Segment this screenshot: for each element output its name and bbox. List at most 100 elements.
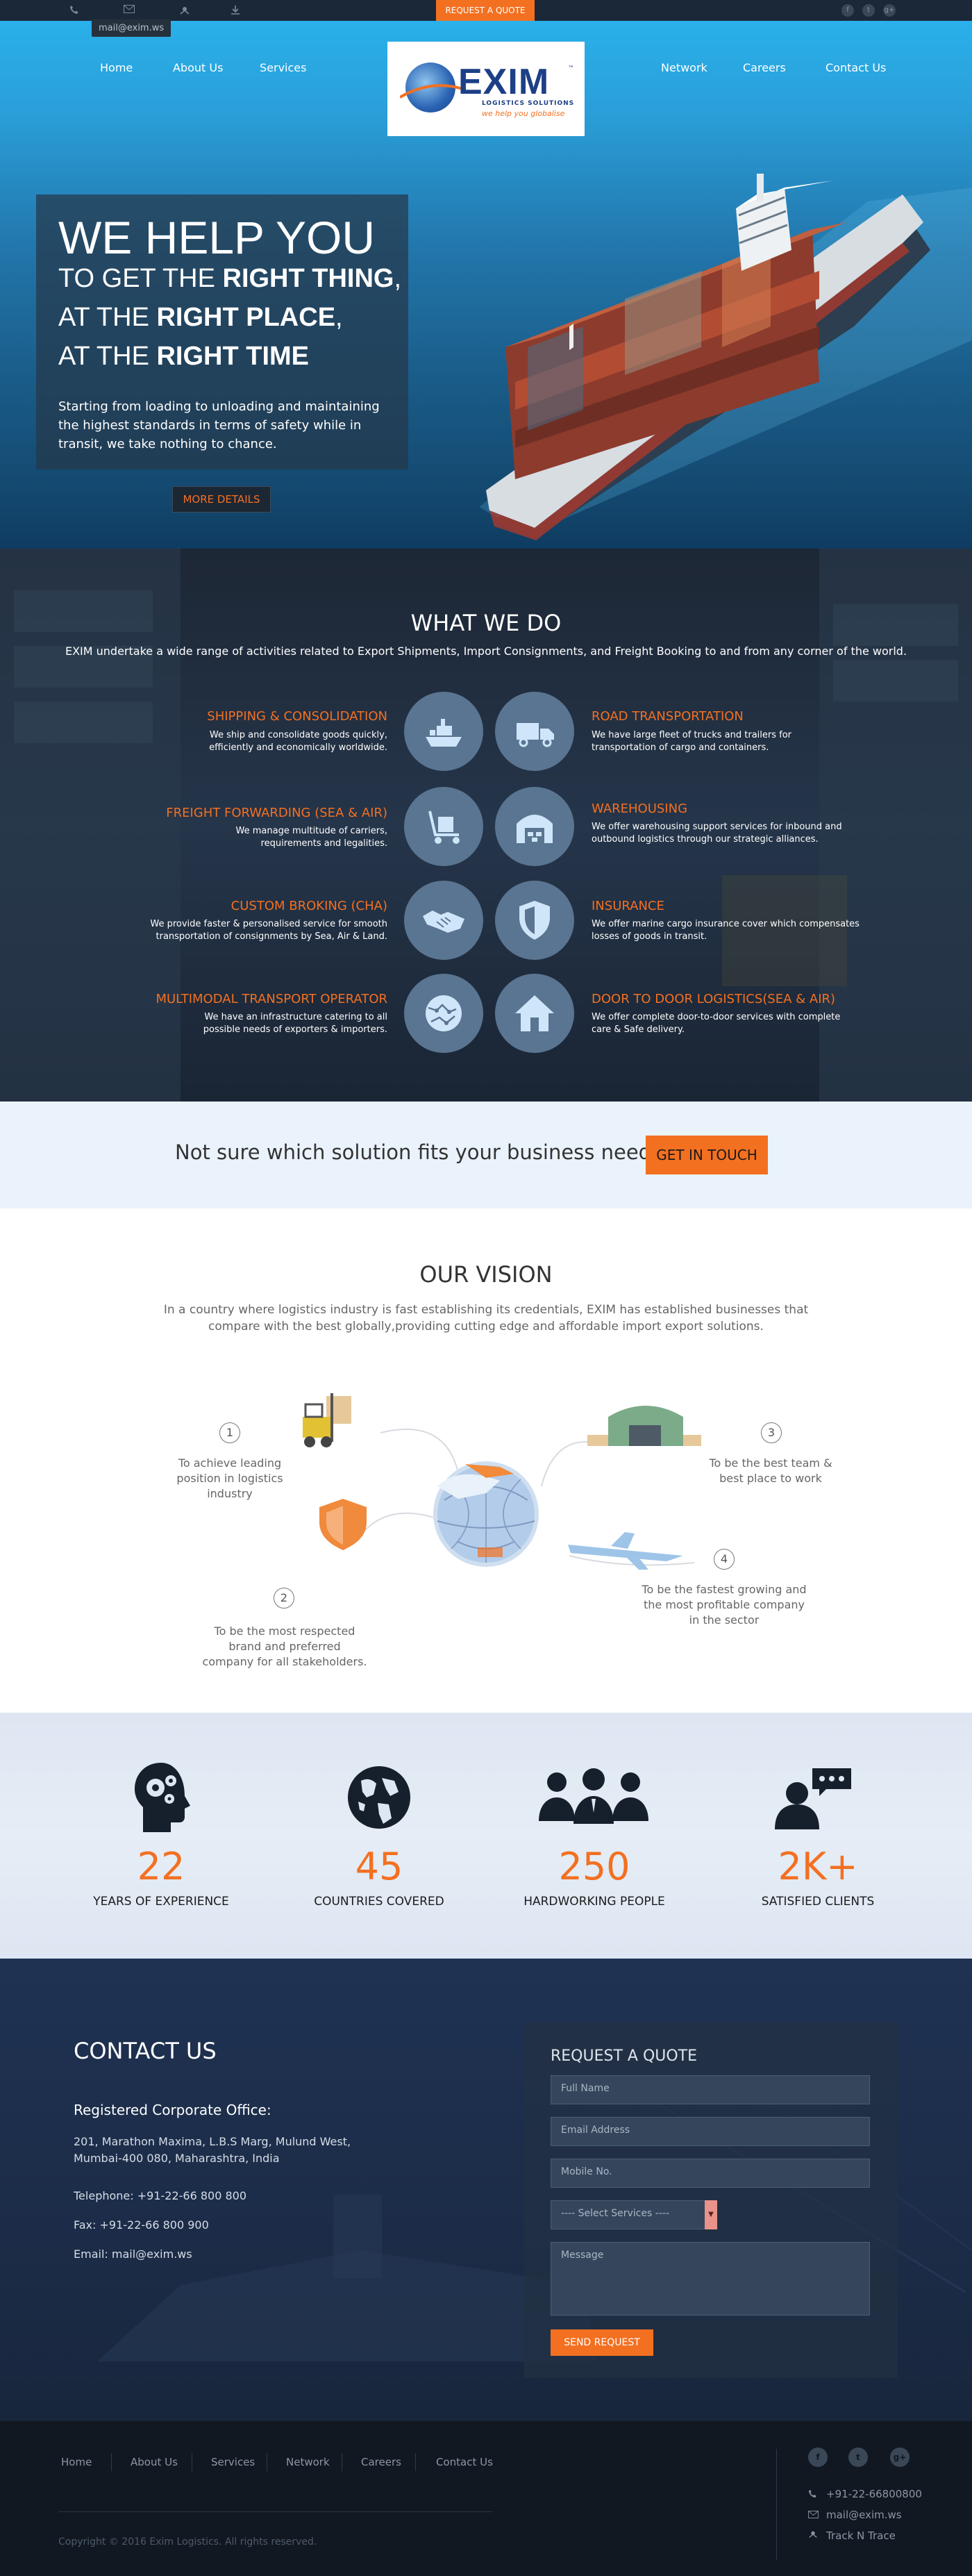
footer-phone[interactable]: +91-22-66800800 <box>826 2488 922 2500</box>
send-request-button[interactable]: SEND REQUEST <box>551 2329 653 2356</box>
nav-home[interactable]: Home <box>100 61 133 74</box>
top-social-links: f t g+ <box>841 4 896 17</box>
stat-clients-number: 2K+ <box>778 1845 858 1888</box>
service-desc-shipping: We ship and consolidate goods quickly, ef… <box>209 730 387 753</box>
footer-google-plus-icon[interactable]: g+ <box>890 2448 910 2467</box>
warehouse-building-icon <box>587 1406 701 1446</box>
footer-email[interactable]: mail@exim.ws <box>826 2509 902 2521</box>
hero-body-text: Starting from loading to unloading and m… <box>58 399 380 451</box>
logo-swoosh-icon <box>400 84 462 99</box>
nav-network[interactable]: Network <box>661 61 707 74</box>
what-we-do-title: WHAT WE DO <box>410 610 562 636</box>
stat-clients-label: SATISFIED CLIENTS <box>761 1895 875 1909</box>
full-name-input[interactable]: Full Name <box>551 2075 870 2104</box>
nav-about-us[interactable]: About Us <box>173 61 223 74</box>
footer-link-network[interactable]: Network <box>286 2456 330 2468</box>
nav-careers[interactable]: Careers <box>743 61 786 74</box>
service-title-multimodal[interactable]: MULTIMODAL TRANSPORT OPERATOR <box>131 992 387 1006</box>
stats-section: 22 YEARS OF EXPERIENCE 45 COUNTRIES COVE… <box>0 1713 972 1959</box>
service-desc-road: We have large fleet of trucks and traile… <box>592 730 792 753</box>
hero-line-3: AT THE RIGHT TIME <box>58 342 310 371</box>
world-icon <box>348 1766 410 1829</box>
service-title-door-to-door[interactable]: DOOR TO DOOR LOGISTICS(SEA & AIR) <box>592 992 869 1006</box>
footer-vertical-divider <box>776 2449 777 2560</box>
hero-headline: WE HELP YOU <box>58 212 376 263</box>
footer-twitter-icon[interactable]: t <box>848 2448 868 2467</box>
phone-icon[interactable] <box>69 5 79 17</box>
head-gears-icon <box>135 1763 190 1832</box>
vision-text-1: To achieve leading position in logistics i… <box>176 1456 283 1500</box>
service-desc-warehousing: We offer warehousing support services fo… <box>592 822 842 845</box>
contact-telephone[interactable]: Telephone: +91-22-66 800 800 <box>74 2189 246 2202</box>
hero-line-1: TO GET THE RIGHT THING, <box>58 264 402 293</box>
mobile-input[interactable]: Mobile No. <box>551 2159 870 2188</box>
footer: Home About Us Services Network Careers C… <box>0 2421 972 2576</box>
globe-icon[interactable] <box>404 974 483 1053</box>
twitter-icon[interactable]: t <box>862 4 875 17</box>
service-title-custom-broking[interactable]: CUSTOM BROKING (CHA) <box>131 899 387 913</box>
logo-subtitle: LOGISTICS SOLUTIONS <box>482 100 575 107</box>
download-icon[interactable] <box>231 5 240 17</box>
service-desc-freight: We manage multitude of carriers, requirem… <box>235 826 387 849</box>
email-input[interactable]: Email Address <box>551 2117 870 2146</box>
stat-countries-number: 45 <box>355 1845 403 1888</box>
nav-contact-us[interactable]: Contact Us <box>826 61 886 74</box>
vision-text-4: To be the fastest growing and the most pr… <box>642 1583 807 1627</box>
contact-section: CONTACT US Registered Corporate Office: … <box>0 1959 972 2421</box>
truck-icon[interactable] <box>495 692 574 771</box>
google-plus-icon[interactable]: g+ <box>883 4 896 17</box>
cta-band: Not sure which solution fits your busine… <box>0 1102 972 1208</box>
contact-title: CONTACT US <box>74 2038 217 2064</box>
more-details-button[interactable]: MORE DETAILS <box>172 486 271 513</box>
hero-section: Home About Us Services Network Careers C… <box>0 21 972 549</box>
mail-icon[interactable] <box>124 5 135 16</box>
vision-number-2: 2 <box>274 1588 294 1609</box>
footer-link-careers[interactable]: Careers <box>361 2456 401 2468</box>
what-we-do-subtitle: EXIM undertake a wide range of activitie… <box>65 645 907 658</box>
cta-text: Not sure which solution fits your busine… <box>175 1140 673 1164</box>
people-icon <box>539 1768 648 1824</box>
ship-icon[interactable] <box>404 692 483 771</box>
logo[interactable]: EXIM LOGISTICS SOLUTIONS we help you glo… <box>387 42 585 136</box>
service-title-freight[interactable]: FREIGHT FORWARDING (SEA & AIR) <box>131 806 387 820</box>
stat-people-label: HARDWORKING PEOPLE <box>523 1895 665 1909</box>
facebook-icon[interactable]: f <box>841 4 854 17</box>
service-title-road[interactable]: ROAD TRANSPORTATION <box>592 709 848 724</box>
hero-message-panel: WE HELP YOU TO GET THE RIGHT THING, AT T… <box>36 194 408 470</box>
mail-tooltip: mail@exim.ws <box>92 19 171 37</box>
get-in-touch-button[interactable]: GET IN TOUCH <box>646 1136 768 1174</box>
footer-link-about[interactable]: About Us <box>131 2456 178 2468</box>
contact-email[interactable]: Email: mail@exim.ws <box>74 2247 192 2261</box>
service-title-insurance[interactable]: INSURANCE <box>592 899 848 913</box>
vision-text-3: To be the best team & best place to work <box>709 1456 832 1485</box>
service-title-shipping[interactable]: SHIPPING & CONSOLIDATION <box>131 709 387 724</box>
vision-number-4: 4 <box>714 1549 735 1570</box>
house-icon[interactable] <box>495 974 574 1053</box>
office-address: 201, Marathon Maxima, L.B.S Marg, Mulund… <box>74 2135 351 2165</box>
footer-link-services[interactable]: Services <box>211 2456 255 2468</box>
message-textarea[interactable]: Message <box>551 2242 870 2316</box>
hero-line-2: AT THE RIGHT PLACE, <box>58 303 343 332</box>
globe-center-icon <box>433 1461 539 1567</box>
track-icon[interactable] <box>179 5 190 19</box>
services-select[interactable]: ---- Select Services ---- <box>551 2200 717 2229</box>
service-title-warehousing[interactable]: WAREHOUSING <box>592 801 848 816</box>
chevron-down-icon[interactable]: ▼ <box>705 2200 717 2229</box>
shield-icon[interactable] <box>495 881 574 960</box>
footer-separator <box>415 2453 416 2471</box>
trolley-icon[interactable] <box>404 787 483 866</box>
nav-services[interactable]: Services <box>260 61 306 74</box>
footer-divider <box>58 2511 492 2512</box>
stat-years-label: YEARS OF EXPERIENCE <box>93 1895 229 1909</box>
footer-facebook-icon[interactable]: f <box>808 2448 828 2467</box>
footer-link-contact[interactable]: Contact Us <box>436 2456 493 2468</box>
request-quote-tab[interactable]: REQUEST A QUOTE <box>436 0 535 21</box>
footer-track-n-trace[interactable]: Track N Trace <box>826 2529 896 2542</box>
copyright: Copyright © 2016 Exim Logistics. All rig… <box>58 2536 317 2548</box>
warehouse-icon[interactable] <box>495 787 574 866</box>
handshake-icon[interactable] <box>404 881 483 960</box>
footer-link-home[interactable]: Home <box>61 2456 92 2468</box>
logo-wordmark: EXIM <box>458 62 550 102</box>
top-bar: mail@exim.ws REQUEST A QUOTE f t g+ <box>0 0 972 37</box>
office-heading: Registered Corporate Office: <box>74 2102 271 2118</box>
